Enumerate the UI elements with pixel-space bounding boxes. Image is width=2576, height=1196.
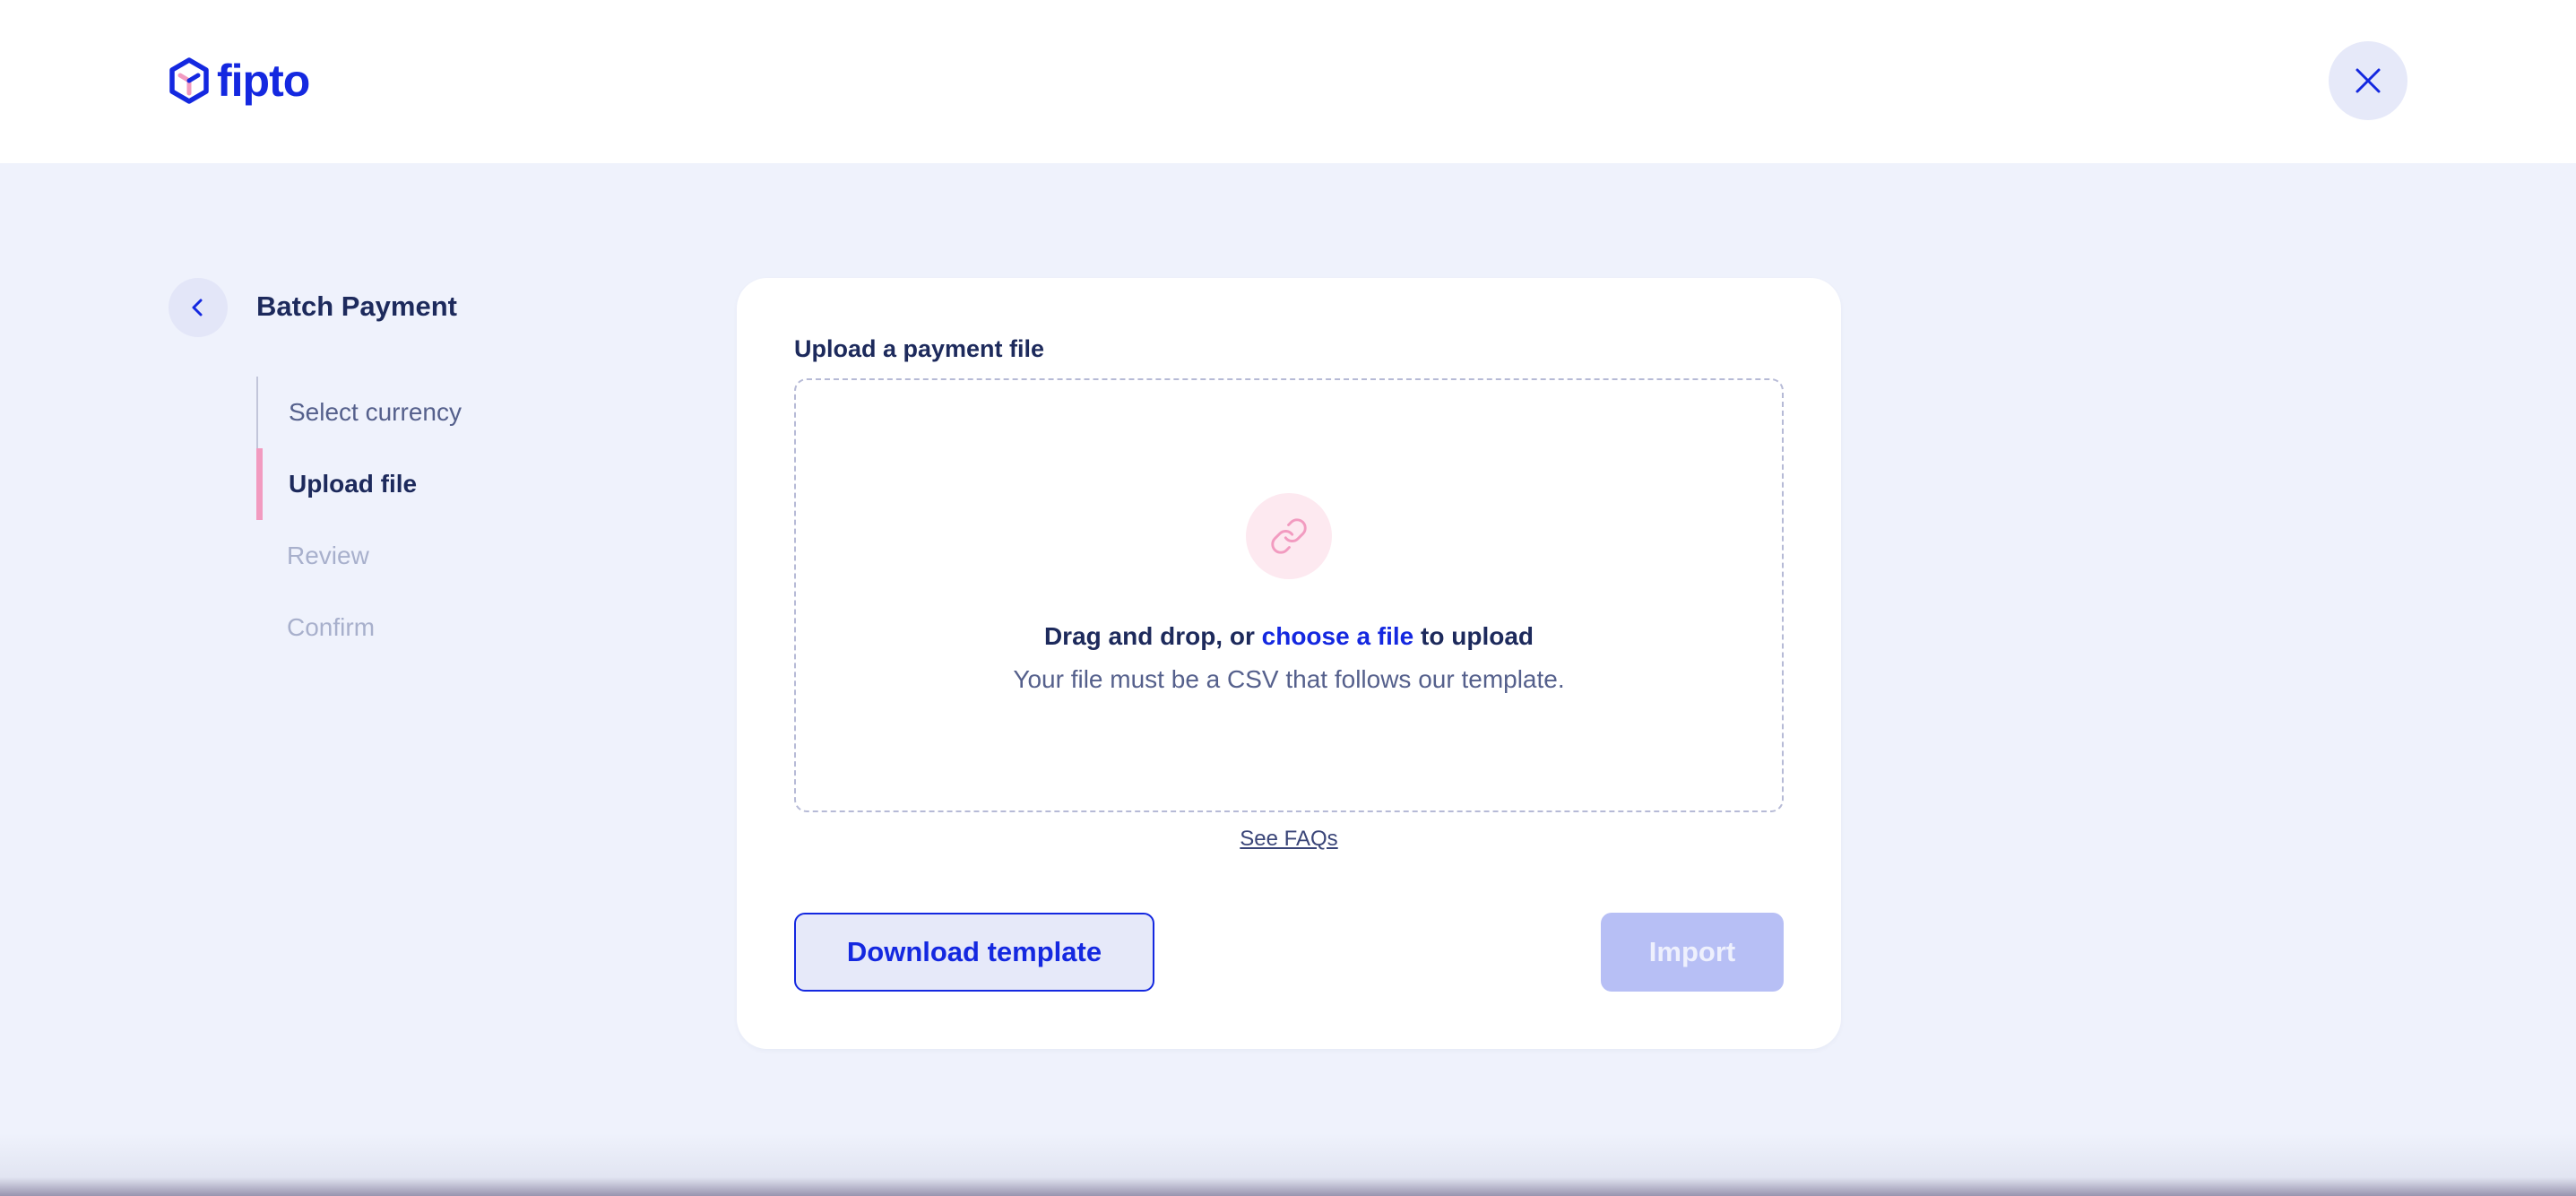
step-confirm: Confirm xyxy=(287,613,376,641)
close-icon xyxy=(2356,68,2381,93)
top-bar: fipto xyxy=(0,0,2576,163)
drop-prefix: Drag and drop, or xyxy=(1043,622,1262,650)
step-list: Select currency Upload file Review Confi… xyxy=(256,377,525,663)
step-review: Review xyxy=(287,542,369,569)
fipto-logo[interactable]: fipto xyxy=(169,56,310,106)
upload-label: Upload a payment file xyxy=(794,335,1045,362)
step-select-currency[interactable]: Select currency xyxy=(256,377,525,448)
chevron-left-icon xyxy=(192,299,203,316)
file-dropzone[interactable]: Drag and drop, or choose a file to uploa… xyxy=(794,378,1784,812)
step-upload-file[interactable]: Upload file xyxy=(256,448,525,520)
bottom-edge-shadow xyxy=(0,1133,2576,1196)
page-title: Batch Payment xyxy=(256,290,457,322)
download-template-button[interactable]: Download template xyxy=(794,913,1154,992)
close-button[interactable] xyxy=(2329,41,2407,120)
link-icon xyxy=(1271,518,1307,554)
faq-link[interactable]: See FAQs xyxy=(737,827,1841,852)
logo-text: fipto xyxy=(217,56,310,106)
drop-instructions: Drag and drop, or choose a file to uploa… xyxy=(796,622,1782,651)
import-button[interactable]: Import xyxy=(1601,913,1784,992)
back-button[interactable] xyxy=(169,278,228,337)
drop-suffix: to upload xyxy=(1413,622,1534,650)
logo-mark-icon xyxy=(169,57,209,104)
choose-file-link[interactable]: choose a file xyxy=(1262,622,1414,650)
link-icon-badge xyxy=(1246,493,1332,579)
drop-hint: Your file must be a CSV that follows our… xyxy=(1013,665,1565,693)
upload-card: Upload a payment file Drag and drop, or … xyxy=(737,278,1841,1049)
